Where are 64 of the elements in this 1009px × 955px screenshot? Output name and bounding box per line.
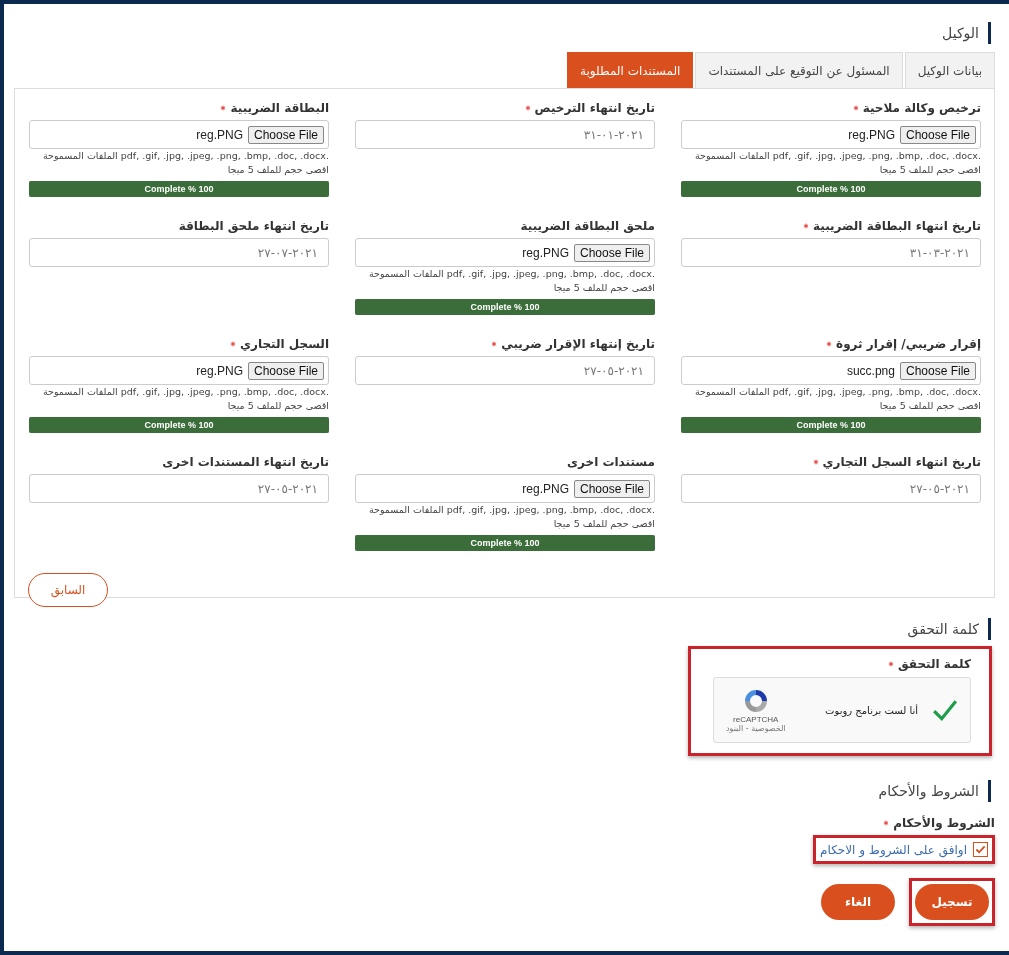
allowed-types-text: .pdf, .gif, .jpg, .jpeg, .png, .bmp, .doc, .docx الملفات المسموحة bbox=[368, 267, 655, 281]
progress-bar: Complete % 100 bbox=[681, 181, 981, 197]
field-label: مستندات اخرى bbox=[567, 454, 655, 469]
section-title: الشروط والأحكام bbox=[878, 780, 991, 802]
max-size-text: اقصى حجم للملف 5 ميجا bbox=[878, 163, 981, 177]
tab[interactable]: بيانات الوكيل bbox=[904, 52, 995, 88]
file-name: reg.PNG bbox=[196, 127, 243, 142]
checkbox[interactable] bbox=[973, 842, 988, 857]
progress-bar: Complete % 100 bbox=[681, 417, 981, 433]
file-name: succ.png bbox=[846, 363, 895, 378]
max-size-text: اقصى حجم للملف 5 ميجا bbox=[226, 163, 329, 177]
progress-bar: Complete % 100 bbox=[29, 181, 329, 197]
previous-button[interactable]: السابق bbox=[28, 573, 108, 607]
date-field[interactable]: ٢٧-٠٧-٢٠٢١ bbox=[29, 238, 329, 267]
captcha-text: أنا لست برنامج روبوت bbox=[825, 704, 918, 716]
date-field[interactable]: ٢٧-٠٥-٢٠٢١ bbox=[29, 474, 329, 503]
field-label: إقرار ضريبي/ إقرار ثروة bbox=[836, 336, 981, 351]
max-size-text: اقصى حجم للملف 5 ميجا bbox=[226, 399, 329, 413]
allowed-types-text: .pdf, .gif, .jpg, .jpeg, .png, .bmp, .doc, .docx الملفات المسموحة bbox=[42, 149, 329, 163]
file-name: reg.PNG bbox=[522, 481, 569, 496]
field-label: الشروط والأحكام bbox=[893, 815, 995, 830]
max-size-text: اقصى حجم للملف 5 ميجا bbox=[878, 399, 981, 413]
field-label: تاريخ انتهاء البطاقة الضريبية bbox=[812, 218, 981, 233]
progress-bar: Complete % 100 bbox=[29, 417, 329, 433]
tab[interactable]: المستندات المطلوبة bbox=[567, 52, 694, 88]
field-label: تاريخ انتهاء المستندات اخرى bbox=[162, 454, 329, 469]
progress-bar: Complete % 100 bbox=[355, 299, 655, 315]
progress-bar: Complete % 100 bbox=[355, 535, 655, 551]
field-label: ترخيص وكالة ملاحية bbox=[862, 100, 981, 115]
field-label: البطاقة الضريبية bbox=[230, 100, 329, 115]
choose-file-button[interactable]: Choose File bbox=[573, 243, 650, 262]
field-label: ملحق البطاقة الضريبية bbox=[520, 218, 655, 233]
field-label: كلمة التحقق bbox=[898, 656, 971, 671]
max-size-text: اقصى حجم للملف 5 ميجا bbox=[552, 517, 655, 531]
choose-file-button[interactable]: Choose File bbox=[573, 479, 650, 498]
tab[interactable]: المسئول عن التوقيع على المستندات bbox=[695, 52, 903, 88]
date-field[interactable]: ٢٧-٠٥-٢٠٢١ bbox=[681, 474, 981, 503]
field-label: تاريخ انتهاء السجل التجاري bbox=[822, 454, 981, 469]
date-field[interactable]: ٣١-٠١-٢٠٢١ bbox=[355, 120, 655, 149]
choose-file-button[interactable]: Choose File bbox=[899, 125, 976, 144]
max-size-text: اقصى حجم للملف 5 ميجا bbox=[552, 281, 655, 295]
choose-file-button[interactable]: Choose File bbox=[899, 361, 976, 380]
allowed-types-text: .pdf, .gif, .jpg, .jpeg, .png, .bmp, .doc, .docx الملفات المسموحة bbox=[368, 503, 655, 517]
section-title: الوكيل bbox=[942, 22, 991, 44]
choose-file-button[interactable]: Choose File bbox=[247, 125, 324, 144]
checkbox-label[interactable]: اوافق على الشروط و الاحكام bbox=[820, 842, 967, 857]
section-title: كلمة التحقق bbox=[907, 618, 991, 640]
privacy-terms-link[interactable]: الخصوصية - البنود bbox=[726, 724, 786, 733]
file-name: reg.PNG bbox=[522, 245, 569, 260]
allowed-types-text: .pdf, .gif, .jpg, .jpeg, .png, .bmp, .doc, .docx الملفات المسموحة bbox=[694, 385, 981, 399]
field-label: تاريخ إنتهاء الإقرار ضريبي bbox=[501, 336, 655, 351]
date-field[interactable]: ٣١-٠٣-٢٠٢١ bbox=[681, 238, 981, 267]
choose-file-button[interactable]: Choose File bbox=[247, 361, 324, 380]
file-name: reg.PNG bbox=[196, 363, 243, 378]
date-field[interactable]: ٢٧-٠٥-٢٠٢١ bbox=[355, 356, 655, 385]
field-label: السجل التجاري bbox=[240, 336, 329, 351]
allowed-types-text: .pdf, .gif, .jpg, .jpeg, .png, .bmp, .doc, .docx الملفات المسموحة bbox=[42, 385, 329, 399]
recaptcha-label: reCAPTCHA bbox=[733, 715, 779, 724]
action-button[interactable]: الغاء bbox=[821, 884, 895, 920]
action-button[interactable]: تسجيل bbox=[915, 884, 989, 920]
field-label: تاريخ انتهاء ملحق البطاقة bbox=[178, 218, 329, 233]
file-name: reg.PNG bbox=[848, 127, 895, 142]
field-label: تاريخ انتهاء الترخيص bbox=[534, 100, 655, 115]
allowed-types-text: .pdf, .gif, .jpg, .jpeg, .png, .bmp, .doc, .docx الملفات المسموحة bbox=[694, 149, 981, 163]
